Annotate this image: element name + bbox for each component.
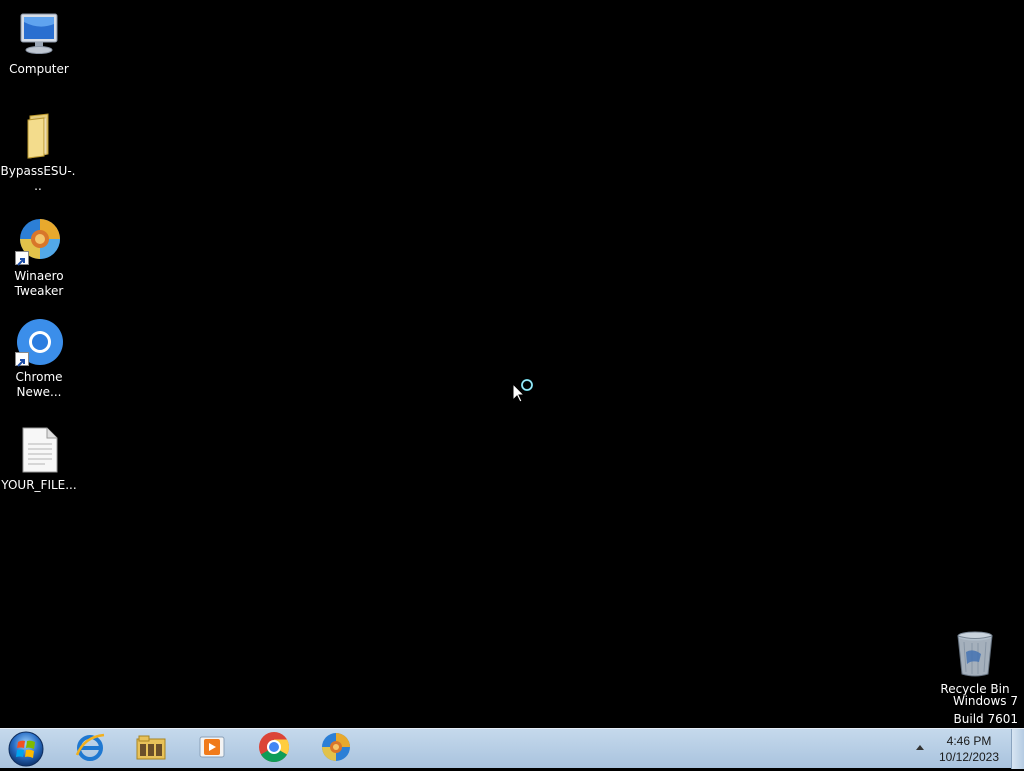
folder-icon [14,112,62,160]
show-desktop-button[interactable] [1011,729,1024,769]
desktop-icon-label: Winaero Tweaker [14,269,64,298]
internet-explorer-icon [74,731,106,767]
watermark-os-name: Windows 7 [952,694,1018,708]
taskbar-clock[interactable]: 4:46 PM 10/12/2023 [934,733,1004,765]
desktop-icon-your-file[interactable]: YOUR_FILE... [1,426,77,493]
clock-time: 4:46 PM [946,734,992,748]
windows-explorer-icon [135,731,167,767]
computer-icon [15,10,63,58]
busy-cursor-icon [512,378,538,404]
desktop-icon-label: Computer [9,62,69,76]
desktop[interactable]: Computer BypassESU-... Winaero Tweaker C… [0,0,1024,728]
system-tray: 4:46 PM 10/12/2023 [914,729,1024,769]
winaero-tweaker-icon [15,217,63,266]
watermark-build: Build 7601 [953,712,1018,726]
desktop-icon-bypassesu-folder[interactable]: BypassESU-... [0,112,76,194]
windows-start-orb-icon [6,731,46,771]
taskbar-windows-explorer[interactable] [123,731,179,767]
desktop-icon-label: YOUR_FILE... [1,478,77,492]
taskbar: 4:46 PM 10/12/2023 [0,728,1024,769]
start-button[interactable] [6,731,46,767]
taskbar-internet-explorer[interactable] [62,731,118,767]
winaero-tweaker-icon [320,731,352,767]
chrome-icon [258,731,290,767]
taskbar-chrome[interactable] [246,731,302,767]
taskbar-winaero-tweaker[interactable] [308,731,364,767]
shortcut-arrow-icon [15,352,29,367]
taskbar-media-player[interactable] [184,731,240,767]
shortcut-arrow-icon [15,251,29,266]
text-file-icon [15,426,63,474]
desktop-icon-chrome-newest[interactable]: Chrome Newe... [1,318,77,400]
desktop-icon-computer[interactable]: Computer [1,10,77,77]
desktop-icon-recycle-bin[interactable]: Recycle Bin [937,630,1013,697]
media-player-icon [196,731,228,767]
chrome-icon [15,318,63,367]
desktop-icon-label: BypassESU-... [0,164,76,193]
show-hidden-icons-arrow-icon[interactable] [916,745,924,750]
desktop-icon-winaero-tweaker[interactable]: Winaero Tweaker [1,217,77,299]
desktop-icon-label: Chrome Newe... [15,370,63,399]
clock-date: 10/12/2023 [938,750,1000,764]
recycle-bin-icon [951,630,999,678]
windows-build-watermark: Windows 7 Build 7601 [953,692,1018,728]
